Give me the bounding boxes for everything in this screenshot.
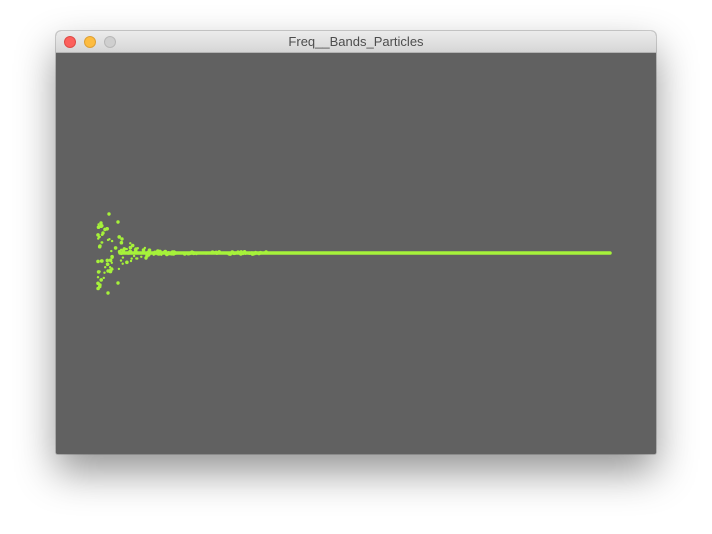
particle: [125, 260, 129, 265]
particle: [110, 249, 113, 253]
window-title: Freq__Bands_Particles: [288, 34, 424, 49]
particle: [257, 251, 261, 256]
particle: [242, 250, 247, 254]
particle: [121, 256, 125, 259]
particle: [105, 227, 109, 230]
particle: [113, 246, 118, 250]
particle: [152, 253, 155, 256]
particle: [186, 251, 190, 256]
particle: [105, 258, 110, 263]
particle: [96, 259, 100, 264]
particle: [98, 283, 102, 287]
particle: [99, 221, 103, 225]
particle: [102, 276, 105, 280]
particle: [110, 239, 114, 243]
particle: [247, 251, 252, 255]
particle: [140, 255, 143, 258]
particle: [204, 252, 208, 255]
particle-visualization: [56, 53, 656, 454]
particle: [126, 251, 131, 255]
particle: [100, 259, 104, 263]
particle: [117, 267, 121, 271]
particle: [104, 266, 107, 269]
particle: [96, 276, 100, 279]
particle: [130, 257, 133, 260]
particle: [227, 252, 231, 256]
title-bar[interactable]: Freq__Bands_Particles: [56, 31, 656, 53]
particle: [191, 251, 196, 256]
particle: [108, 258, 113, 262]
particle: [136, 257, 139, 260]
particle: [111, 268, 114, 271]
particle: [158, 249, 162, 254]
app-window: Freq__Bands_Particles: [56, 31, 656, 454]
particle: [119, 259, 123, 262]
particle: [178, 252, 181, 255]
particle: [134, 247, 138, 251]
particle: [111, 256, 114, 259]
particle: [103, 271, 106, 274]
particle: [117, 249, 122, 254]
particle: [213, 252, 216, 255]
particle: [132, 254, 136, 258]
particle: [129, 242, 132, 245]
particle: [121, 262, 124, 265]
particle: [117, 235, 121, 239]
particle: [101, 231, 105, 235]
particle: [96, 270, 101, 274]
particle: [116, 281, 120, 285]
particle: [106, 238, 110, 242]
particle: [167, 253, 170, 256]
particle: [119, 240, 124, 245]
particle: [195, 252, 198, 256]
particle: [96, 286, 100, 291]
particle: [120, 237, 124, 241]
particle: [167, 251, 170, 254]
particle: [106, 291, 110, 295]
particle: [99, 278, 103, 282]
particle-canvas: [56, 53, 656, 454]
particle: [116, 220, 120, 224]
particle: [122, 247, 127, 251]
particle: [98, 235, 101, 239]
particle: [146, 252, 151, 257]
particle: [199, 251, 203, 254]
particle: [105, 262, 110, 267]
particle: [98, 244, 102, 248]
particle: [164, 252, 167, 255]
particle: [239, 252, 243, 256]
particle: [181, 251, 184, 255]
particle: [172, 251, 177, 255]
particle: [107, 212, 111, 216]
particle: [100, 241, 103, 244]
particle: [106, 269, 110, 273]
particle: [147, 248, 152, 252]
particle: [144, 256, 148, 260]
particle: [217, 250, 221, 254]
particle: [141, 248, 146, 252]
particle: [129, 259, 133, 263]
particle: [130, 243, 135, 248]
particle: [264, 250, 268, 254]
